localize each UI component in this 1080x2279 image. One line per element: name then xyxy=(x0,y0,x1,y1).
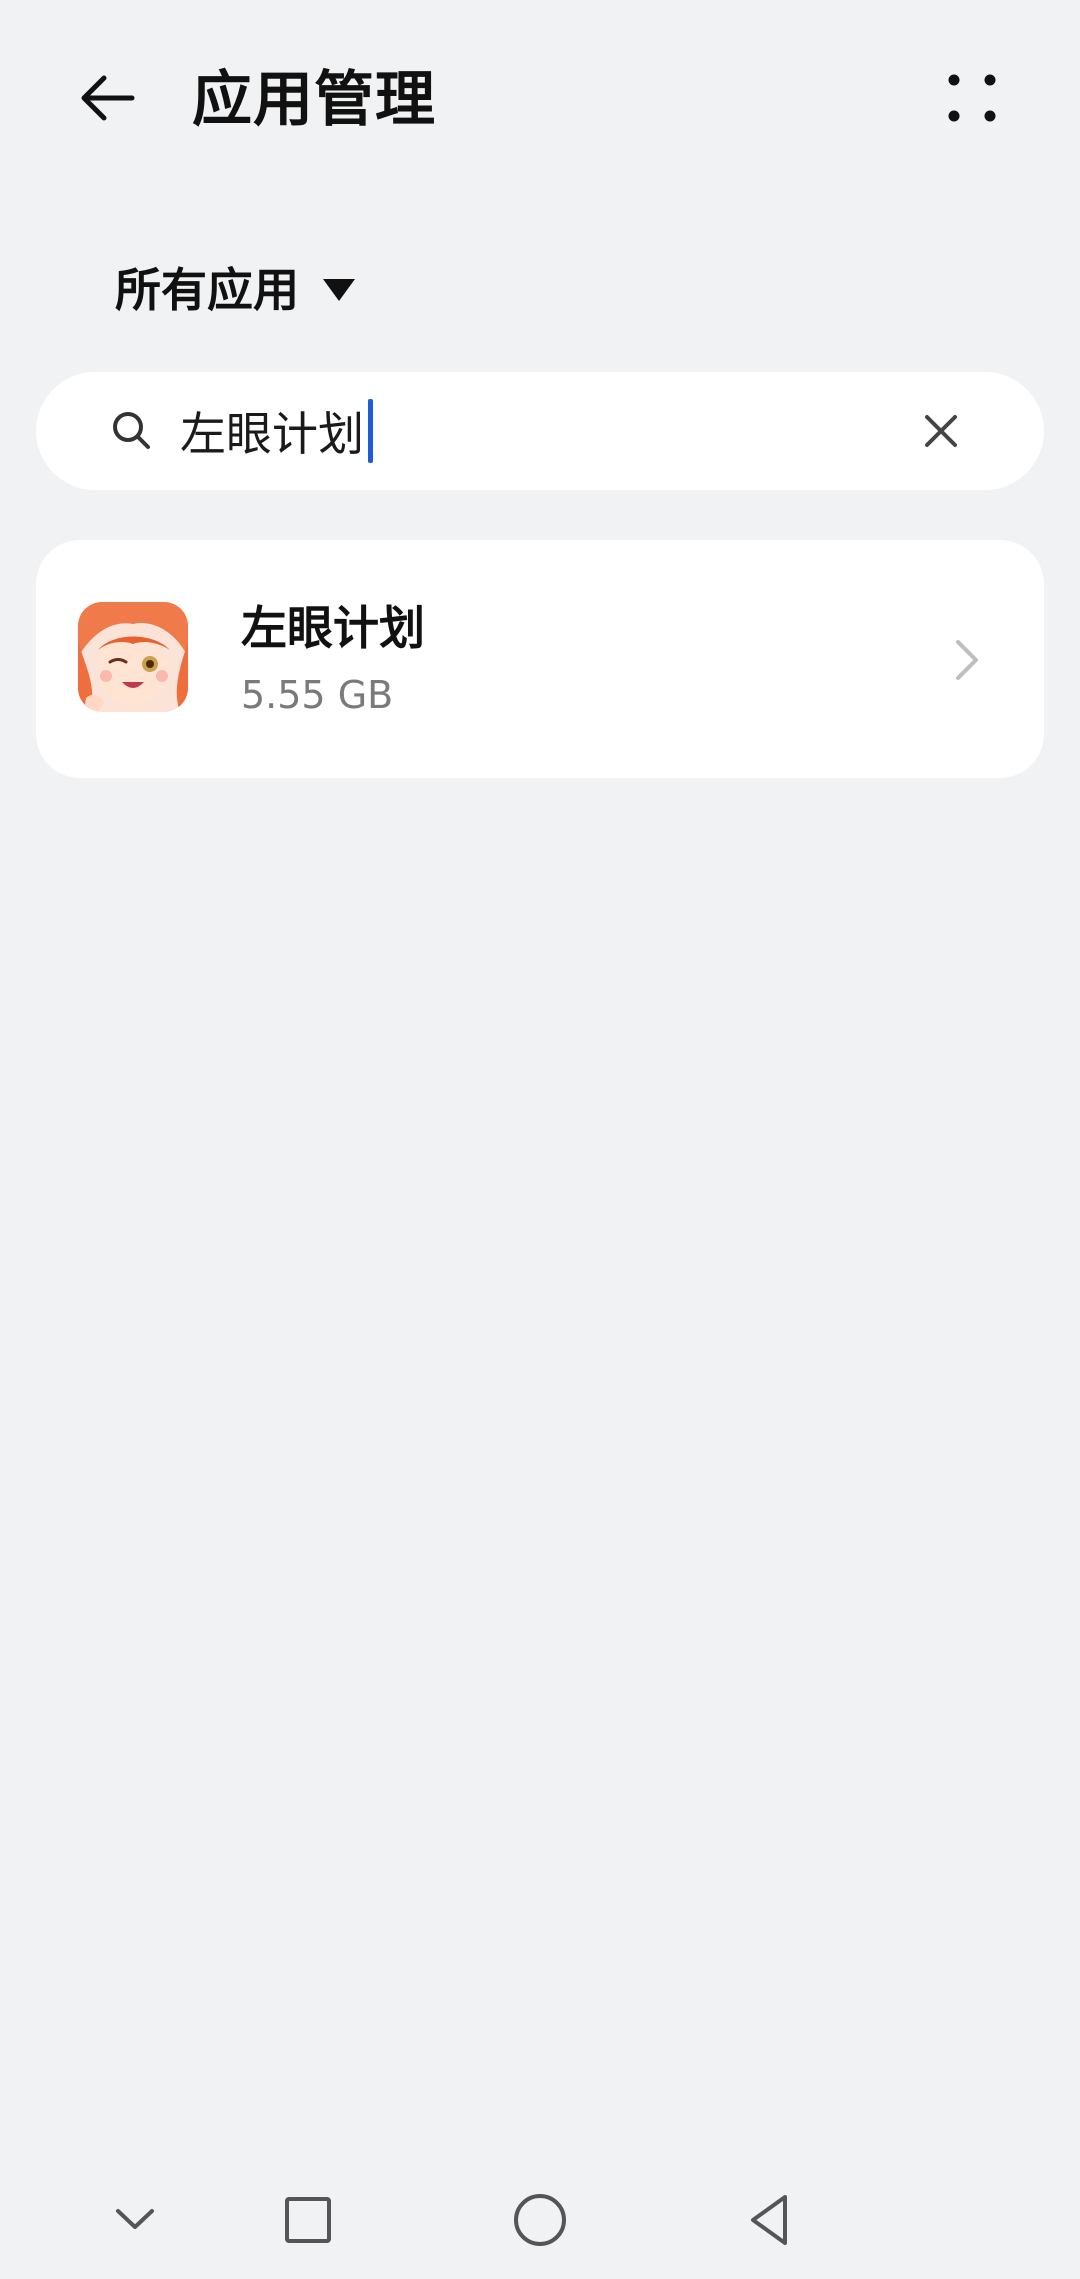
search-input-value: 左眼计划 xyxy=(180,407,364,461)
nav-back-button[interactable] xyxy=(730,2180,810,2260)
filter-label: 所有应用 xyxy=(115,263,299,317)
nav-home-button[interactable] xyxy=(500,2180,580,2260)
more-options-button[interactable] xyxy=(930,56,1014,140)
square-icon xyxy=(285,2197,331,2243)
app-header: 应用管理 xyxy=(0,0,1080,200)
app-size: 5.55 GB xyxy=(241,673,394,717)
page-title: 应用管理 xyxy=(192,65,436,135)
back-button[interactable] xyxy=(66,56,150,140)
clear-search-button[interactable] xyxy=(902,392,980,470)
text-cursor xyxy=(368,399,373,463)
arrow-left-icon xyxy=(81,75,135,121)
triangle-back-icon xyxy=(751,2195,787,2245)
search-input[interactable]: 左眼计划 xyxy=(180,396,373,466)
app-filter-dropdown[interactable]: 所有应用 xyxy=(115,255,355,325)
search-icon xyxy=(113,412,150,449)
app-name: 左眼计划 xyxy=(241,601,425,655)
nav-collapse-button[interactable] xyxy=(95,2180,175,2260)
system-navigation-bar xyxy=(0,2180,1080,2260)
circle-icon xyxy=(514,2194,566,2246)
app-avatar-icon xyxy=(78,602,188,712)
chevron-right-icon xyxy=(956,640,978,680)
chevron-down-icon xyxy=(116,2209,154,2229)
app-list-item[interactable]: 左眼计划 5.55 GB xyxy=(36,540,1044,778)
close-icon xyxy=(925,415,957,447)
nav-recents-button[interactable] xyxy=(268,2180,348,2260)
caret-down-icon xyxy=(323,279,355,301)
search-field[interactable]: 左眼计划 xyxy=(36,372,1044,490)
more-dots-icon xyxy=(948,74,996,122)
